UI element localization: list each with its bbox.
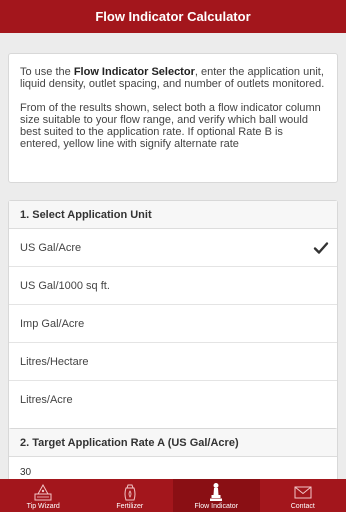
target-rate-input[interactable]: 30 (9, 457, 337, 479)
unit-option-label: US Gal/Acre (20, 241, 82, 254)
unit-option-litres-acre[interactable]: Litres/Acre (9, 381, 337, 419)
flow-indicator-icon (210, 483, 223, 501)
intro-bold-term: Flow Indicator Selector (73, 66, 195, 78)
unit-option-imp-gal-acre[interactable]: Imp Gal/Acre (9, 305, 337, 343)
tab-label: Contact (290, 503, 315, 510)
scroll-content[interactable]: To use the Flow Indicator Selector, ente… (0, 33, 346, 479)
unit-option-label: Imp Gal/Acre (20, 317, 85, 330)
tab-contact[interactable]: Contact (260, 479, 346, 512)
page-title: Flow Indicator Calculator (95, 9, 251, 24)
tab-flow-indicator[interactable]: Flow Indicator (173, 479, 260, 512)
intro-text-start: To use the (20, 66, 74, 78)
instructions-paragraph-1: To use the Flow Indicator Selector, ente… (20, 66, 326, 90)
unit-option-us-gal-acre[interactable]: US Gal/Acre (9, 229, 337, 267)
bottom-tab-bar: Tip Wizard Fertilizer Flow Indicator Con… (0, 479, 346, 512)
envelope-icon (294, 486, 312, 499)
target-rate-card: 2. Target Application Rate A (US Gal/Acr… (8, 428, 338, 479)
checkmark-icon (313, 242, 329, 254)
tab-label: Flow Indicator (194, 503, 239, 510)
tab-label: Fertilizer (116, 503, 144, 510)
instructions-paragraph-2: From of the results shown, select both a… (20, 102, 321, 150)
unit-option-litres-hectare[interactable]: Litres/Hectare (9, 343, 337, 381)
unit-option-us-gal-1000sqft[interactable]: US Gal/1000 sq ft. (9, 267, 337, 305)
tab-label: Tip Wizard (26, 503, 60, 510)
instructions-card: To use the Flow Indicator Selector, ente… (8, 53, 338, 183)
tab-fertilizer[interactable]: Fertilizer (87, 479, 174, 512)
app-header: Flow Indicator Calculator (0, 0, 346, 33)
tab-tip-wizard[interactable]: Tip Wizard (0, 479, 87, 512)
fertilizer-bag-icon (124, 484, 136, 501)
application-unit-card: 1. Select Application Unit US Gal/Acre U… (8, 200, 338, 456)
unit-option-label: US Gal/1000 sq ft. (20, 279, 110, 292)
target-rate-heading: 2. Target Application Rate A (US Gal/Acr… (9, 429, 337, 457)
application-unit-heading: 1. Select Application Unit (9, 201, 337, 229)
wizard-hat-icon (34, 483, 52, 501)
unit-option-label: Litres/Acre (20, 394, 73, 406)
unit-option-label: Litres/Hectare (20, 355, 89, 368)
